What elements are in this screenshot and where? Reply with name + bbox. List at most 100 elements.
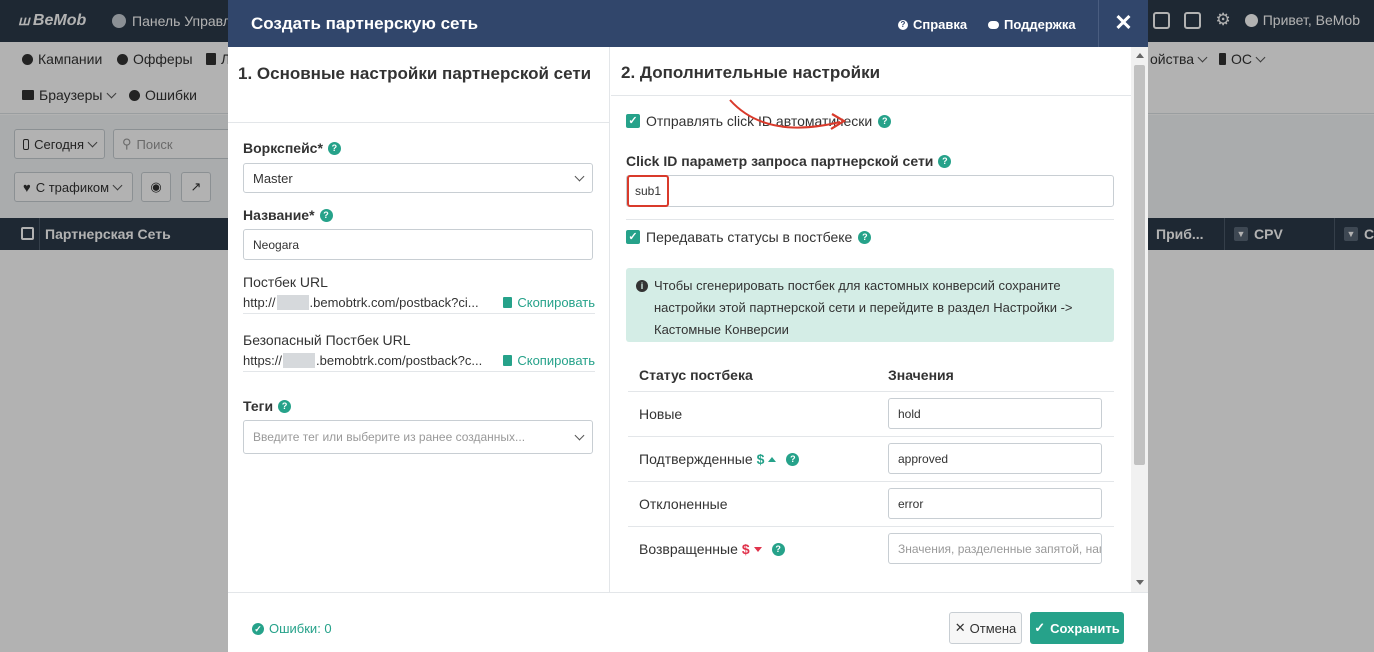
copy-secure-postback-button[interactable]: Скопировать — [503, 353, 595, 368]
pass-statuses-checkbox[interactable]: ✓ — [626, 230, 640, 244]
copy-label: Скопировать — [517, 295, 595, 310]
status-returned-input[interactable]: Значения, разделенные запятой, нап — [888, 533, 1102, 564]
advanced-settings-panel: 2. Дополнительные настройки ✓ Отправлять … — [611, 47, 1131, 592]
secure-postback-url-suffix: .bemobtrk.com/postback?c... — [316, 353, 483, 368]
postback-url-value: http:// .bemobtrk.com/postback?ci... — [243, 295, 483, 310]
help-icon[interactable]: ? — [858, 230, 872, 244]
close-icon: ✕ — [954, 620, 966, 635]
pass-statuses-label: Передавать статусы в постбеке — [646, 229, 853, 245]
save-label: Сохранить — [1050, 620, 1120, 636]
column-status: Статус постбека — [639, 367, 753, 383]
table-row: Подтвержденные $? approved — [628, 437, 1114, 482]
status-returned-label: Возвращенные $? — [639, 541, 785, 557]
table-row: Новые hold — [628, 392, 1114, 437]
postback-status-table: Статус постбека Значения Новые hold Подт… — [628, 356, 1114, 572]
copy-postback-button[interactable]: Скопировать — [503, 295, 595, 310]
info-icon: i — [636, 280, 648, 292]
custom-conversions-info: i Чтобы сгенерировать постбек для кастомн… — [626, 268, 1114, 342]
check-circle-icon: ✓ — [252, 622, 264, 635]
basic-settings-panel: 1. Основные настройки партнерской сети В… — [228, 47, 610, 592]
cancel-button[interactable]: ✕ Отмена — [949, 612, 1022, 644]
tags-label-text: Теги — [243, 398, 274, 414]
close-icon[interactable]: ✕ — [1098, 0, 1148, 47]
tags-placeholder: Введите тег или выберите из ранее создан… — [253, 430, 526, 444]
modal-footer: ✓ Ошибки: 0 ✕ Отмена ✓ Сохранить — [228, 592, 1148, 652]
status-approved-text: Подтвержденные — [639, 451, 753, 467]
clickid-param-input[interactable]: sub1 — [626, 175, 1114, 207]
status-approved-label: Подтвержденные $? — [639, 451, 800, 467]
status-rejected-input[interactable]: error — [888, 488, 1102, 519]
save-button[interactable]: ✓ Сохранить — [1030, 612, 1124, 644]
table-row: Отклоненные error — [628, 482, 1114, 527]
send-clickid-checkbox[interactable]: ✓ — [626, 114, 640, 128]
column-values: Значения — [888, 367, 954, 383]
chevron-down-icon — [574, 171, 585, 181]
question-icon: ? — [898, 19, 908, 30]
postback-url-row: http:// .bemobtrk.com/postback?ci... Скоп… — [243, 292, 595, 314]
scroll-up-icon[interactable] — [1136, 53, 1144, 58]
postback-url-prefix: http:// — [243, 295, 276, 310]
support-link[interactable]: Поддержка — [988, 17, 1076, 32]
divider — [611, 95, 1131, 96]
secure-postback-url-label: Безопасный Постбек URL — [243, 332, 411, 348]
tags-select[interactable]: Введите тег или выберите из ранее создан… — [243, 420, 593, 454]
clickid-param-label: Click ID параметр запроса партнерской се… — [626, 153, 952, 169]
workspace-value: Master — [253, 170, 293, 186]
check-icon: ✓ — [1034, 620, 1046, 635]
status-approved-input[interactable]: approved — [888, 443, 1102, 474]
errors-status: ✓ Ошибки: 0 — [252, 621, 332, 636]
help-icon[interactable]: ? — [878, 114, 892, 128]
help-icon[interactable]: ? — [278, 399, 292, 413]
divider — [228, 122, 610, 123]
modal-title: Создать партнерскую сеть — [251, 14, 479, 33]
errors-count: Ошибки: 0 — [269, 621, 332, 636]
table-row: Возвращенные $? Значения, разделенные зап… — [628, 527, 1114, 572]
scroll-down-icon[interactable] — [1136, 580, 1144, 585]
basic-settings-title: 1. Основные настройки партнерской сети — [238, 64, 592, 83]
workspace-select[interactable]: Master — [243, 163, 593, 193]
masked-subdomain — [283, 353, 316, 368]
help-icon[interactable]: ? — [938, 154, 952, 168]
support-link-label: Поддержка — [1004, 17, 1076, 32]
postback-url-suffix: .bemobtrk.com/postback?ci... — [309, 295, 479, 310]
modal-header: Создать партнерскую сеть ? Справка Поддер… — [228, 0, 1148, 47]
caret-up-icon — [768, 456, 777, 462]
scroll-thumb[interactable] — [1134, 65, 1145, 465]
help-icon[interactable]: ? — [319, 208, 333, 222]
status-new-input[interactable]: hold — [888, 398, 1102, 429]
help-link-label: Справка — [913, 17, 968, 32]
annotation-arrow — [729, 99, 847, 130]
status-new-label: Новые — [639, 406, 683, 422]
secure-postback-url-row: https:// .bemobtrk.com/postback?c... Скоп… — [243, 350, 595, 372]
tags-label: Теги? — [243, 398, 292, 414]
help-link[interactable]: ? Справка — [898, 17, 967, 32]
table-header: Статус постбека Значения — [628, 356, 1114, 392]
name-label-text: Название* — [243, 207, 315, 223]
status-returned-text: Возвращенные — [639, 541, 738, 557]
chat-icon — [988, 20, 999, 29]
clickid-param-label-text: Click ID параметр запроса партнерской се… — [626, 153, 934, 169]
workspace-label-text: Воркспейс* — [243, 140, 323, 156]
caret-down-icon — [753, 546, 762, 552]
modal-scrollbar[interactable] — [1131, 47, 1148, 592]
workspace-label: Воркспейс*? — [243, 140, 341, 156]
chevron-down-icon — [574, 430, 585, 440]
help-icon[interactable]: ? — [786, 452, 800, 466]
info-text: Чтобы сгенерировать постбек для кастомны… — [654, 278, 1073, 337]
copy-icon — [503, 353, 517, 366]
pass-statuses-option[interactable]: ✓ Передавать статусы в постбеке? — [626, 229, 872, 245]
revenue-up-icon: $ — [756, 451, 765, 467]
revenue-down-icon: $ — [741, 541, 750, 557]
clickid-param-value: sub1 — [627, 175, 670, 207]
masked-subdomain — [276, 295, 309, 310]
divider — [626, 219, 1114, 220]
copy-label: Скопировать — [517, 353, 595, 368]
help-icon[interactable]: ? — [327, 141, 341, 155]
name-input[interactable]: Neogara — [243, 229, 593, 260]
help-icon[interactable]: ? — [771, 542, 785, 556]
postback-url-label: Постбек URL — [243, 274, 328, 290]
copy-icon — [503, 295, 517, 308]
create-network-modal: Создать партнерскую сеть ? Справка Поддер… — [228, 0, 1148, 652]
status-rejected-label: Отклоненные — [639, 496, 728, 512]
name-label: Название*? — [243, 207, 333, 223]
